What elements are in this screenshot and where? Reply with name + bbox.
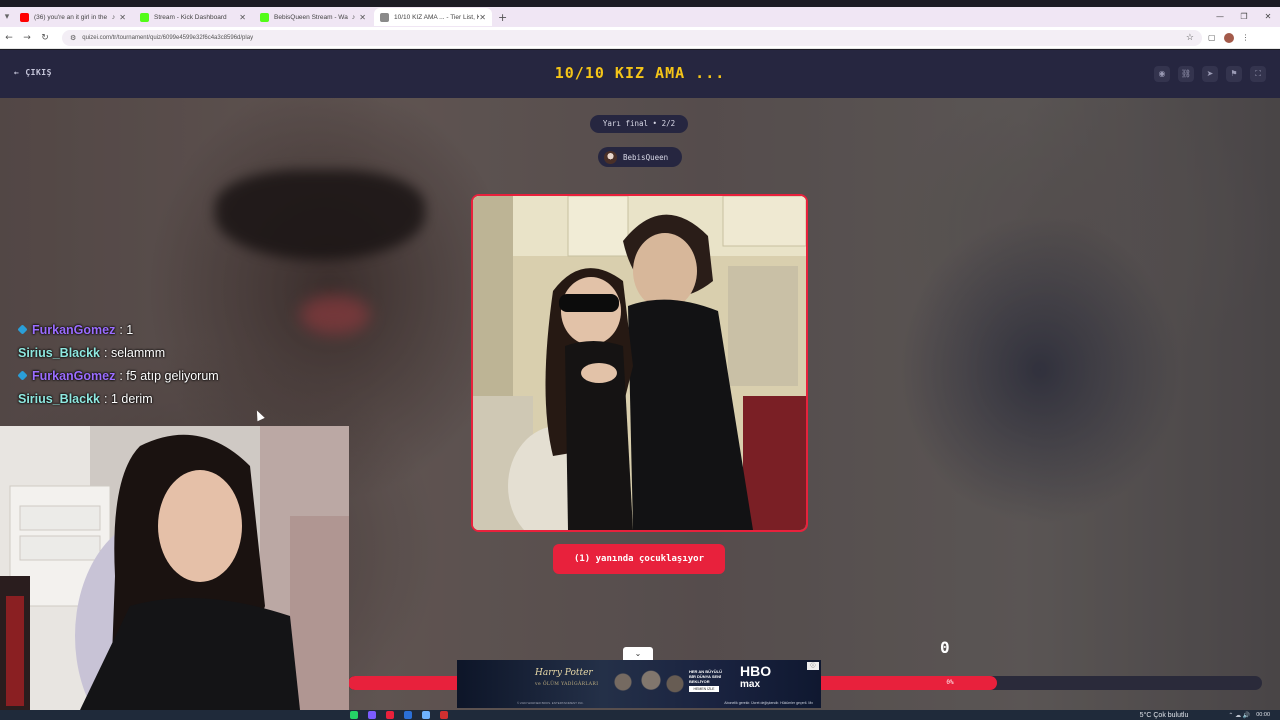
browser-tab-bar: ▾ (36) you're an it girl in the ♪ ✕ Stre…: [0, 7, 1280, 27]
ad-footnote: © 2023 WARNER BROS. ENTERTAINMENT INC.: [517, 701, 584, 705]
close-window-icon[interactable]: ✕: [1256, 7, 1280, 27]
steam-icon[interactable]: [404, 711, 412, 719]
restore-icon[interactable]: ❐: [1232, 7, 1256, 27]
tab-title: (36) you're an it girl in the: [34, 13, 108, 21]
choice-caption-button[interactable]: (1) yanında çocuklaşıyor: [553, 544, 725, 574]
browser-tab-4[interactable]: 10/10 KIZ AMA ... - Tier List, Ko ✕: [374, 8, 492, 26]
hbo-logo-bottom: max: [740, 679, 761, 690]
subscriber-badge-icon: [17, 324, 28, 335]
chat-text: : 1: [119, 322, 134, 337]
header-actions: ◉ ⛓ ➤ ⚑ ⛶: [1154, 66, 1266, 82]
chat-message: FurkanGomez : 1: [17, 318, 219, 341]
link-icon[interactable]: ⛓: [1178, 66, 1194, 82]
quiz-header: ← ÇIKIŞ 10/10 KIZ AMA ... ◉ ⛓ ➤ ⚑ ⛶: [0, 50, 1280, 98]
app-icon[interactable]: [386, 711, 394, 719]
extensions-icon[interactable]: ▢: [1208, 33, 1216, 42]
app-icon[interactable]: [422, 711, 430, 719]
new-tab-icon[interactable]: +: [498, 11, 507, 24]
fullscreen-icon[interactable]: ⛶: [1250, 66, 1266, 82]
speaker-icon[interactable]: ♪: [112, 14, 116, 21]
windows-taskbar: 5°C Çok bulutlu ⌃ ☁ 🔊 00:00: [0, 710, 1280, 720]
chat-text: : 1 derim: [104, 391, 153, 406]
close-tab-icon[interactable]: ✕: [359, 13, 366, 22]
address-bar-row: ← → ↻ ⚙ quizei.com/tr/tournament/quiz/60…: [0, 27, 1280, 49]
eye-icon[interactable]: ◉: [1154, 66, 1170, 82]
kick-favicon-icon: [140, 12, 149, 22]
speaker-icon[interactable]: ♪: [352, 14, 356, 21]
ad-subtitle: ve ÖLÜM YADİGÂRLARI: [535, 682, 599, 687]
chat-username[interactable]: FurkanGomez: [32, 369, 115, 383]
tab-title: Stream - Kick Dashboard: [154, 13, 227, 21]
ad-cta-button[interactable]: HEMEN İZLE: [689, 686, 719, 692]
system-tray-icons[interactable]: ⌃ ☁ 🔊: [1228, 712, 1250, 719]
ad-choices-icon[interactable]: ⓘ: [807, 662, 819, 670]
background-sunglasses-shape: [215, 170, 425, 260]
whatsapp-icon[interactable]: [350, 711, 358, 719]
reload-icon[interactable]: ↻: [36, 33, 54, 43]
ad-promo-text: HER AN BÜYÜLÜ BİR DÜNYA SENİ BEKLİYOR: [689, 669, 722, 684]
url-text: quizei.com/tr/tournament/quiz/6099e4599e…: [82, 34, 254, 41]
tab-title: 10/10 KIZ AMA ... - Tier List, Ko: [394, 13, 480, 21]
chat-text: : f5 atıp geliyorum: [119, 368, 219, 383]
ad-brand: Harry Potter: [535, 668, 593, 678]
url-field[interactable]: ⚙ quizei.com/tr/tournament/quiz/6099e459…: [62, 29, 1202, 46]
subscriber-badge-icon: [17, 370, 28, 381]
chat-username[interactable]: Sirius_Blackk: [18, 392, 100, 406]
profile-avatar[interactable]: [1223, 32, 1234, 43]
chat-message: Sirius_Blackk : 1 derim: [18, 387, 219, 410]
tab-search-icon[interactable]: ▾: [0, 8, 14, 26]
close-tab-icon[interactable]: ✕: [479, 13, 486, 22]
choice-photo[interactable]: [471, 194, 808, 532]
window-controls: — ❐ ✕: [1208, 7, 1280, 27]
author-avatar: [604, 150, 617, 164]
browser-menu-icon[interactable]: ⋮: [1242, 33, 1250, 42]
chat-username[interactable]: FurkanGomez: [32, 323, 115, 337]
ad-collapse-button[interactable]: ⌄: [623, 647, 653, 660]
flag-icon[interactable]: ⚑: [1226, 66, 1242, 82]
tab-title: BebisQueen Stream - Watc: [274, 13, 348, 21]
chat-message: Sirius_Blackk : selammm: [18, 341, 219, 364]
send-icon[interactable]: ➤: [1202, 66, 1218, 82]
back-icon[interactable]: ←: [0, 33, 18, 43]
close-tab-icon[interactable]: ✕: [239, 13, 246, 22]
quiz-title: 10/10 KIZ AMA ...: [554, 64, 726, 82]
webcam-image: [0, 426, 349, 710]
background-lips-shape: [300, 295, 370, 335]
chat-text: : selammm: [104, 345, 166, 360]
ad-cast-image: [607, 664, 687, 700]
stream-chat-overlay: FurkanGomez : 1 Sirius_Blackk : selammm Furk…: [17, 318, 219, 410]
round-badge: Yarı final • 2/2: [590, 115, 688, 133]
youtube-favicon-icon: [20, 12, 29, 22]
browser-tab-3[interactable]: BebisQueen Stream - Watc ♪ ✕: [254, 8, 372, 26]
chat-message: FurkanGomez : f5 atıp geliyorum: [17, 364, 219, 387]
forward-icon[interactable]: →: [18, 33, 36, 43]
ad-disclaimer: Abonelik gerekir. Ücret değişkendir. Hük…: [724, 701, 813, 705]
browser-tab-2[interactable]: Stream - Kick Dashboard ✕: [134, 8, 252, 26]
browser-tab-1[interactable]: (36) you're an it girl in the ♪ ✕: [14, 8, 132, 26]
kick-favicon-icon: [260, 12, 269, 22]
score-value: 0: [940, 638, 950, 657]
author-name: BebisQueen: [623, 152, 669, 162]
quizei-favicon-icon: [380, 12, 389, 22]
minimize-icon[interactable]: —: [1208, 7, 1232, 27]
close-tab-icon[interactable]: ✕: [119, 13, 126, 22]
weather-widget[interactable]: 5°C Çok bulutlu: [1140, 712, 1189, 719]
author-badge[interactable]: BebisQueen: [598, 147, 682, 167]
banner-ad[interactable]: Harry Potter ve ÖLÜM YADİGÂRLARI HER AN …: [457, 660, 821, 708]
choice-photo-image: [473, 196, 806, 530]
chat-username[interactable]: Sirius_Blackk: [18, 346, 100, 360]
bookmark-star-icon[interactable]: ☆: [1186, 32, 1194, 43]
hbo-logo-top: HBO: [740, 663, 772, 679]
obs-icon[interactable]: [440, 711, 448, 719]
site-info-icon[interactable]: ⚙: [70, 34, 76, 42]
app-icon[interactable]: [368, 711, 376, 719]
chevron-down-icon: ⌄: [634, 649, 642, 658]
taskbar-clock[interactable]: 00:00: [1256, 712, 1270, 718]
streamer-webcam: [0, 426, 349, 710]
